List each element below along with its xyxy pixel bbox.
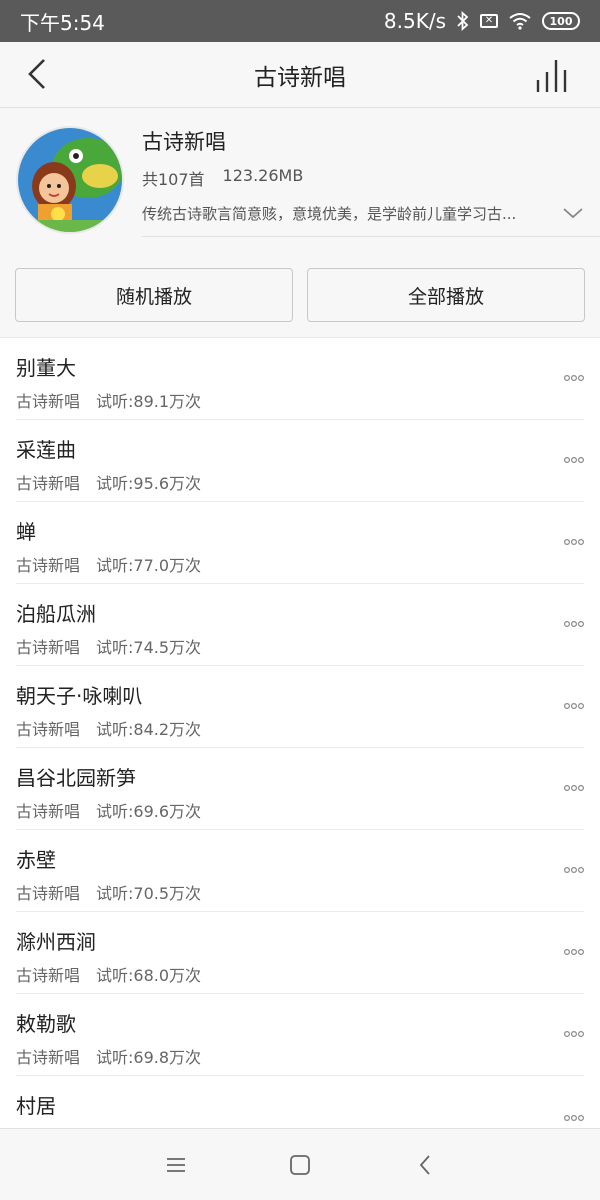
song-title: 朝天子·咏喇叭 — [16, 684, 143, 708]
song-album: 古诗新唱 — [16, 474, 81, 493]
song-subtitle: 古诗新唱 试听:84.2万次 — [16, 716, 201, 740]
album-size: 123.26MB — [222, 166, 304, 185]
album-header: 古诗新唱 共107首 123.26MB 传统古诗歌言简意赅，意境优美，是学龄前儿… — [0, 108, 600, 338]
list-item[interactable]: 昌谷北园新笋 古诗新唱 试听:69.6万次 — [0, 748, 600, 830]
more-icon[interactable] — [564, 866, 584, 874]
song-album: 古诗新唱 — [16, 966, 81, 985]
song-album: 古诗新唱 — [16, 638, 81, 657]
song-subtitle: 古诗新唱 试听:89.1万次 — [16, 388, 201, 412]
song-title: 敕勒歌 — [16, 1012, 76, 1036]
song-plays: 试听:69.6万次 — [96, 802, 202, 821]
list-item[interactable]: 泊船瓜洲 古诗新唱 试听:74.5万次 — [0, 584, 600, 666]
song-plays: 试听:84.2万次 — [96, 720, 202, 739]
song-plays: 试听:68.0万次 — [96, 966, 202, 985]
more-icon[interactable] — [564, 948, 584, 956]
song-title: 别董大 — [16, 356, 76, 380]
network-speed: 8.5K/s — [383, 9, 446, 33]
shuffle-play-button[interactable]: 随机播放 — [15, 268, 293, 322]
song-title: 村居 — [16, 1094, 56, 1118]
more-icon[interactable] — [564, 1030, 584, 1038]
status-right: 8.5K/s ✕ 100 — [384, 9, 580, 33]
song-subtitle: 古诗新唱 试听:70.5万次 — [16, 880, 201, 904]
album-meta: 共107首 123.26MB — [142, 166, 303, 190]
status-bar: 下午5:54 8.5K/s ✕ 100 — [0, 0, 600, 42]
list-item[interactable]: 滁州西涧 古诗新唱 试听:68.0万次 — [0, 912, 600, 994]
song-plays: 试听:70.5万次 — [96, 884, 202, 903]
back-arrow-icon[interactable] — [22, 56, 58, 92]
song-subtitle: 古诗新唱 试听:95.6万次 — [16, 470, 201, 494]
back-icon[interactable] — [414, 1153, 438, 1177]
song-title: 泊船瓜洲 — [16, 602, 96, 626]
app-bar: 古诗新唱 — [0, 42, 600, 108]
song-plays: 试听:89.1万次 — [96, 392, 202, 411]
menu-icon[interactable] — [164, 1153, 188, 1177]
more-icon[interactable] — [564, 538, 584, 546]
song-album: 古诗新唱 — [16, 1048, 81, 1067]
song-subtitle: 古诗新唱 试听:68.0万次 — [16, 962, 201, 986]
song-subtitle: 古诗新唱 试听:74.5万次 — [16, 634, 201, 658]
no-sim-icon: ✕ — [480, 14, 498, 28]
list-item[interactable]: 朝天子·咏喇叭 古诗新唱 试听:84.2万次 — [0, 666, 600, 748]
song-subtitle: 古诗新唱 试听:69.8万次 — [16, 1044, 201, 1068]
more-icon[interactable] — [564, 374, 584, 382]
list-item[interactable]: 采莲曲 古诗新唱 试听:95.6万次 — [0, 420, 600, 502]
album-cover-art — [18, 128, 122, 232]
song-title: 采莲曲 — [16, 438, 76, 462]
bluetooth-icon — [457, 11, 469, 31]
song-album: 古诗新唱 — [16, 392, 81, 411]
chevron-down-icon[interactable] — [562, 204, 584, 222]
list-item[interactable]: 敕勒歌 古诗新唱 试听:69.8万次 — [0, 994, 600, 1076]
song-plays: 试听:95.6万次 — [96, 474, 202, 493]
status-time: 下午5:54 — [20, 10, 105, 35]
song-plays: 试听:77.0万次 — [96, 556, 202, 575]
wifi-icon — [509, 13, 531, 30]
song-plays: 试听:69.8万次 — [96, 1048, 202, 1067]
play-all-button[interactable]: 全部播放 — [307, 268, 585, 322]
album-description[interactable]: 传统古诗歌言简意赅，意境优美，是学龄前儿童学习古... — [142, 203, 552, 224]
song-list: 别董大 古诗新唱 试听:89.1万次 采莲曲 古诗新唱 试听:95.6万次 蝉 古诗… — [0, 338, 600, 1158]
song-subtitle: 古诗新唱 试听:77.0万次 — [16, 552, 201, 576]
song-plays: 试听:74.5万次 — [96, 638, 202, 657]
song-album: 古诗新唱 — [16, 720, 81, 739]
now-playing-icon[interactable] — [534, 56, 574, 94]
more-icon[interactable] — [564, 456, 584, 464]
album-cover[interactable] — [16, 126, 124, 234]
page-title: 古诗新唱 — [254, 64, 346, 91]
more-icon[interactable] — [564, 1114, 584, 1122]
home-icon[interactable] — [288, 1153, 312, 1177]
more-icon[interactable] — [564, 702, 584, 710]
system-nav-bar — [0, 1128, 600, 1200]
album-name: 古诗新唱 — [142, 130, 226, 154]
song-subtitle: 古诗新唱 试听:69.6万次 — [16, 798, 201, 822]
list-item[interactable]: 别董大 古诗新唱 试听:89.1万次 — [0, 338, 600, 420]
song-title: 滁州西涧 — [16, 930, 96, 954]
divider — [142, 236, 600, 237]
album-track-count: 共107首 — [142, 170, 205, 189]
song-title: 赤壁 — [16, 848, 56, 872]
song-album: 古诗新唱 — [16, 556, 81, 575]
list-item[interactable]: 赤壁 古诗新唱 试听:70.5万次 — [0, 830, 600, 912]
more-icon[interactable] — [564, 620, 584, 628]
list-item[interactable]: 蝉 古诗新唱 试听:77.0万次 — [0, 502, 600, 584]
song-album: 古诗新唱 — [16, 884, 81, 903]
song-title: 蝉 — [16, 520, 36, 544]
song-album: 古诗新唱 — [16, 802, 81, 821]
more-icon[interactable] — [564, 784, 584, 792]
song-title: 昌谷北园新笋 — [16, 766, 136, 790]
battery-icon: 100 — [542, 12, 580, 30]
